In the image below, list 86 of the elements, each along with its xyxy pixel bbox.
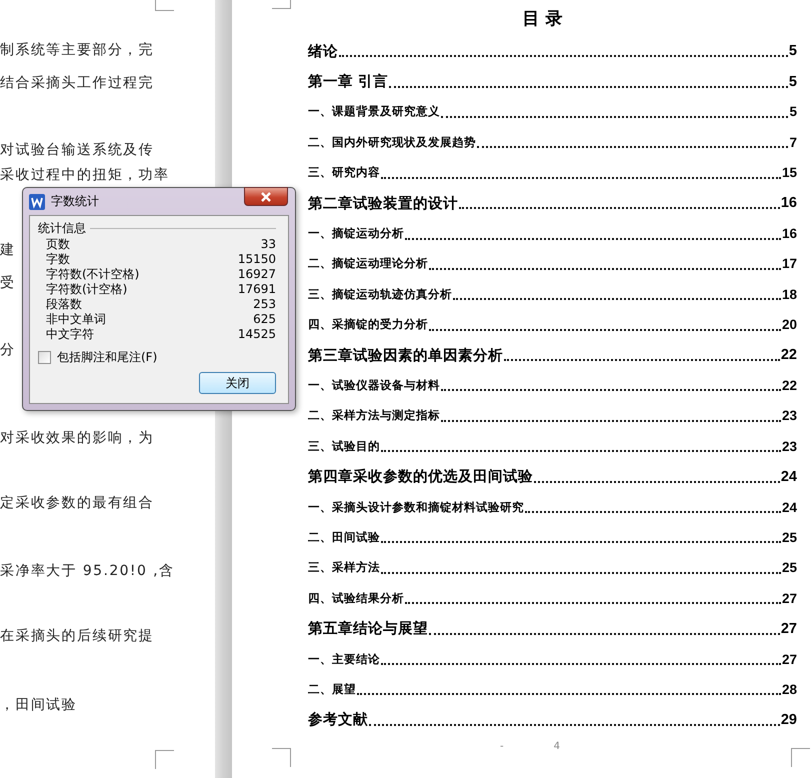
- stat-label: 字符数(不计空格): [46, 267, 140, 282]
- checkbox[interactable]: [38, 351, 51, 364]
- stat-label: 字数: [46, 252, 70, 267]
- stat-value: 33: [260, 237, 276, 252]
- toc-page-number: 20: [782, 317, 797, 332]
- toc-page-number: 24: [782, 500, 797, 515]
- stat-label: 字符数(计空格): [46, 282, 128, 297]
- stat-value: 17691: [238, 282, 276, 297]
- toc-page-number: 27: [782, 590, 797, 606]
- toc-page-number: 5: [788, 74, 797, 90]
- toc-page-number: 5: [788, 43, 797, 60]
- toc-page-number: 29: [780, 712, 797, 728]
- toc-entry-title: 一、主要结论: [308, 652, 380, 666]
- body-text-line: 采收过程中的扭矩，功率: [0, 166, 170, 185]
- toc-page-number: 18: [782, 286, 797, 302]
- toc-entry-title: 三、采样方法: [308, 560, 380, 576]
- toc-entry-title: 四、采摘锭的受力分析: [308, 317, 428, 332]
- stat-value: 15150: [238, 252, 276, 267]
- toc-entry-title: 第五章结论与展望: [308, 620, 428, 638]
- crop-mark: [155, 750, 174, 769]
- toc-page-number: 27: [780, 620, 797, 637]
- toc-entry-title: 三、研究内容: [308, 165, 380, 180]
- stat-value: 16927: [238, 267, 276, 282]
- toc-page-number: 16: [780, 195, 797, 212]
- dialog-title: 字数统计: [51, 193, 99, 210]
- toc-page-number: 25: [782, 530, 797, 545]
- toc-entry-title: 二、展望: [308, 682, 356, 697]
- footer-dash: -: [500, 740, 504, 752]
- toc-entry-title: 四、试验结果分析: [308, 590, 404, 606]
- toc-page-number: 5: [789, 104, 797, 120]
- toc-page-number: 23: [782, 408, 797, 424]
- stat-value: 14525: [238, 327, 276, 342]
- toc-page-number: 28: [782, 682, 797, 697]
- stat-label: 段落数: [46, 297, 82, 312]
- app-logo-icon: [29, 194, 45, 210]
- page-number: 4: [554, 740, 560, 752]
- body-text-line: 分: [0, 341, 16, 360]
- toc-entry-title: 二、田间试验: [308, 530, 380, 545]
- stat-label: 页数: [46, 237, 70, 252]
- toc-entry-title: 第一章 引言: [308, 72, 388, 92]
- toc-entry-title: 三、摘锭运动轨迹仿真分析: [308, 286, 452, 302]
- toc-page-number: 22: [782, 378, 797, 393]
- toc-entry-title: 第二章试验装置的设计: [308, 194, 458, 213]
- toc-entry-title: 第三章试验因素的单因素分析: [308, 346, 503, 365]
- toc-entry-title: 一、试验仪器设备与材料: [308, 378, 440, 393]
- crop-mark: [791, 748, 810, 767]
- checkbox-label[interactable]: 包括脚注和尾注(F): [57, 349, 158, 366]
- toc-page-number: 24: [780, 468, 797, 485]
- toc-page-number: 16: [782, 226, 797, 242]
- body-text-line: 在采摘头的后续研究提: [0, 627, 154, 646]
- body-text-line: 制系统等主要部分，完: [0, 41, 154, 60]
- toc-page-number: 27: [782, 652, 797, 666]
- toc-entry-title: 第四章采收参数的优选及田间试验: [308, 468, 533, 486]
- close-icon: [260, 192, 272, 202]
- body-text-line: 对采收效果的影响，为: [0, 429, 154, 448]
- toc-entry-title: 绪论: [308, 42, 338, 61]
- body-text-line: 定采收参数的最有组合: [0, 494, 154, 513]
- stat-value: 625: [253, 312, 276, 327]
- body-text-line: 受: [0, 274, 16, 293]
- stat-label: 非中文单词: [46, 312, 106, 327]
- body-text-line: 采净率大于 95.20!0 ,含: [0, 562, 174, 581]
- body-text-line: 建: [0, 241, 16, 260]
- stat-label: 中文字符: [46, 327, 94, 342]
- toc-page-number: 7: [789, 134, 797, 150]
- body-text-line: ，田间试验: [0, 696, 77, 715]
- toc-entry-title: 一、课题背景及研究意义: [308, 104, 440, 120]
- body-text-line: 结合采摘头工作过程完: [0, 74, 154, 93]
- toc-title: 目 录: [522, 8, 562, 31]
- toc-page-number: 25: [782, 560, 797, 576]
- toc-page-number: 15: [782, 165, 797, 180]
- stat-value: 253: [253, 297, 276, 312]
- toc-page-number: 22: [780, 347, 797, 364]
- toc-page-number: 23: [782, 438, 797, 454]
- toc-entry-title: 二、采样方法与测定指标: [308, 408, 440, 424]
- crop-mark: [272, 748, 291, 767]
- close-dialog-button[interactable]: 关闭: [199, 372, 276, 394]
- toc-page-number: 17: [782, 256, 797, 272]
- toc-entry-title: 一、采摘头设计参数和摘锭材料试验研究: [308, 500, 524, 515]
- close-button[interactable]: [244, 187, 288, 206]
- group-label: 统计信息: [38, 220, 86, 237]
- toc-entry-title: 参考文献: [308, 710, 368, 730]
- body-text-line: 对试验台输送系统及传: [0, 141, 154, 160]
- toc-entry-title: 二、国内外研究现状及发展趋势: [308, 134, 476, 150]
- toc-entry-title: 三、试验目的: [308, 438, 380, 454]
- toc-entry-title: 一、摘锭运动分析: [308, 226, 404, 242]
- toc-entry-title: 二、摘锭运动理论分析: [308, 256, 428, 272]
